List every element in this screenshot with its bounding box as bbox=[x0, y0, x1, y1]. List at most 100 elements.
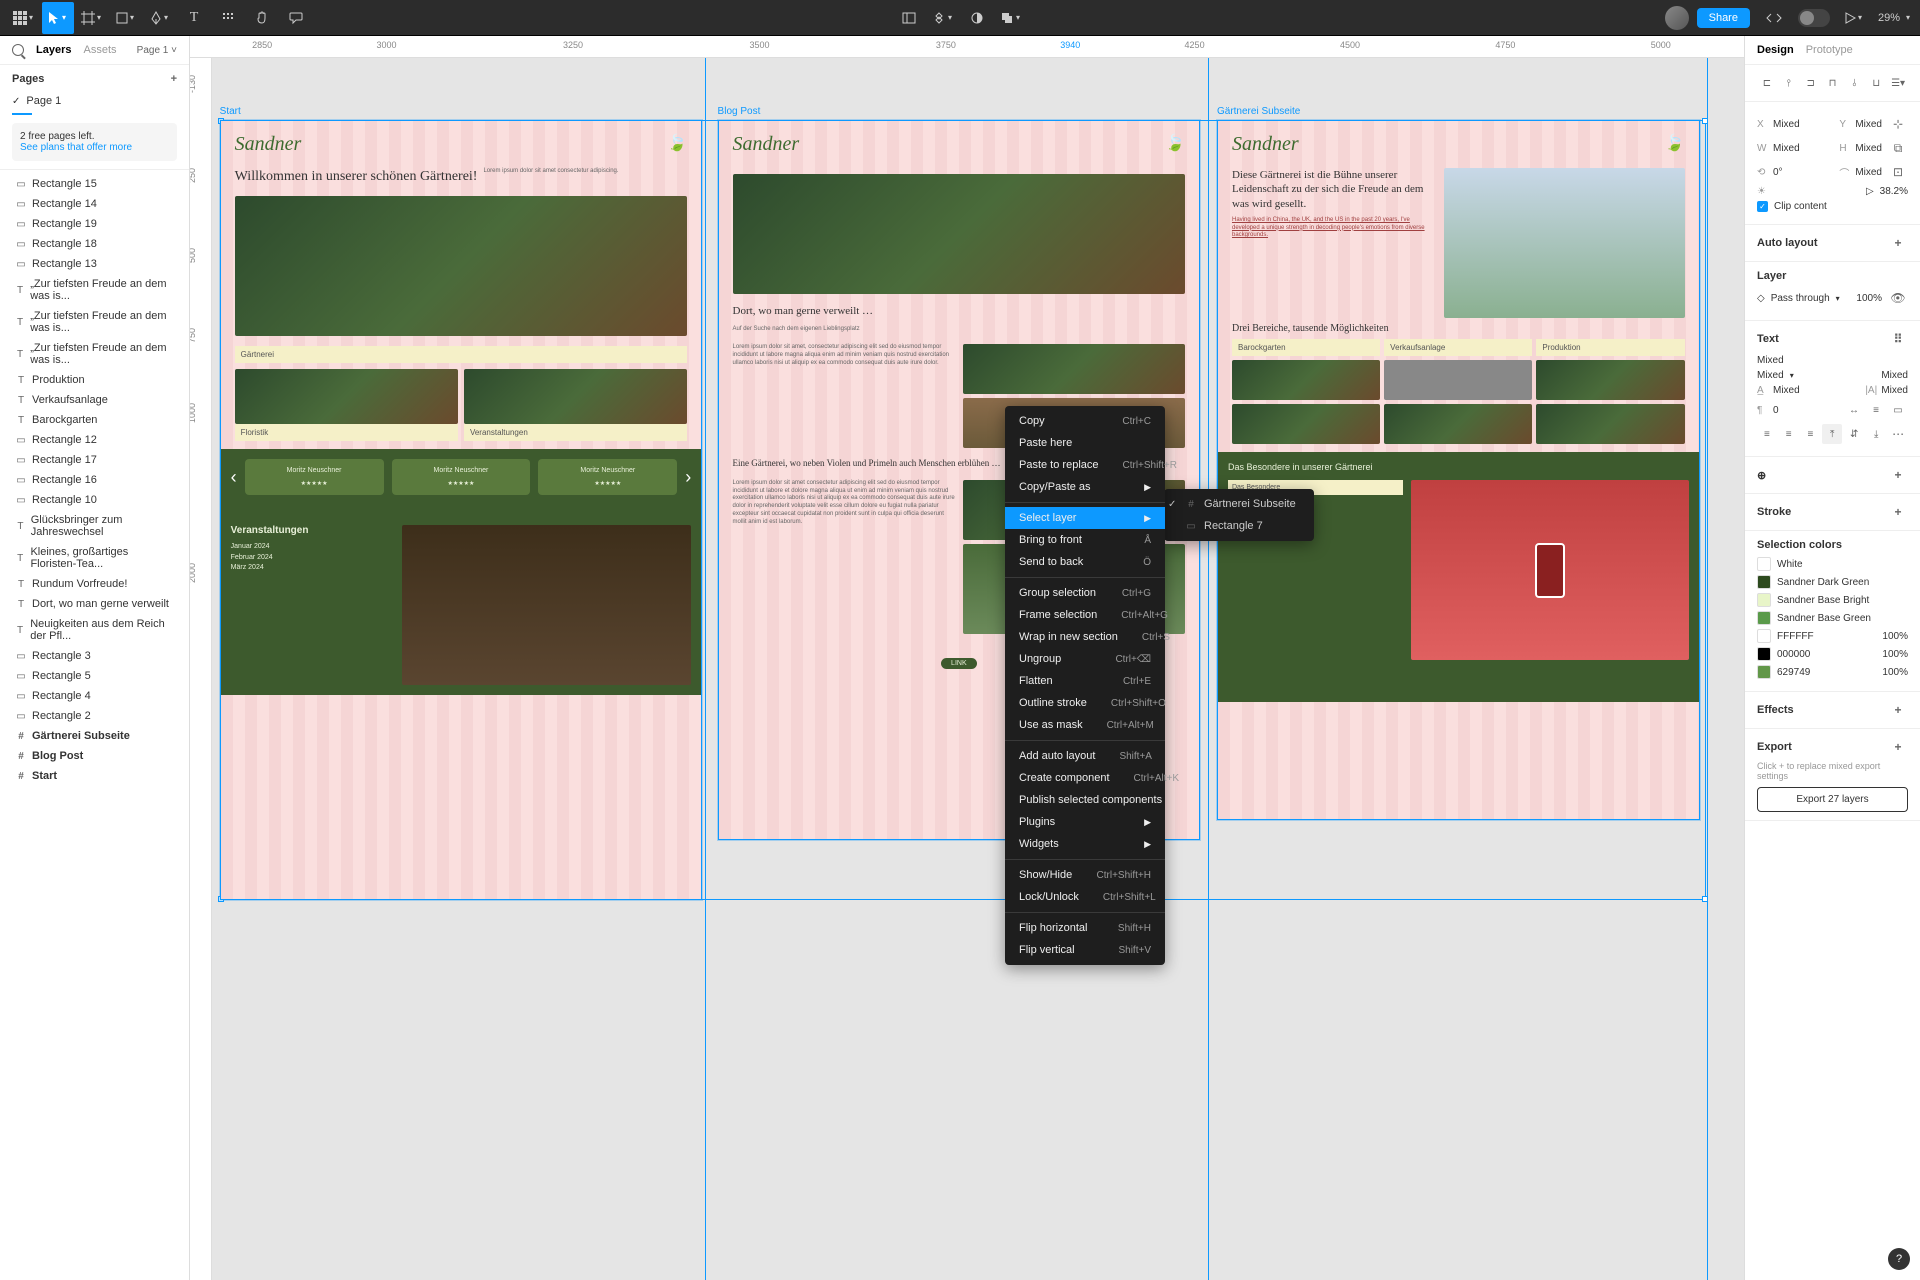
color-swatch[interactable] bbox=[1757, 629, 1771, 643]
color-row[interactable]: Sandner Base Bright bbox=[1757, 593, 1908, 607]
color-row[interactable]: Sandner Base Green bbox=[1757, 611, 1908, 625]
context-menu-item[interactable]: Send to backÖ bbox=[1005, 551, 1165, 573]
color-row[interactable]: Sandner Dark Green bbox=[1757, 575, 1908, 589]
letter-spacing[interactable]: Mixed bbox=[1881, 385, 1908, 396]
color-row[interactable]: FFFFFF100% bbox=[1757, 629, 1908, 643]
context-menu-item[interactable]: Use as maskCtrl+Alt+M bbox=[1005, 714, 1165, 736]
avatar[interactable] bbox=[1665, 6, 1689, 30]
color-swatch[interactable] bbox=[1757, 665, 1771, 679]
context-menu-item[interactable]: Select layer▶ bbox=[1005, 507, 1165, 529]
layer-item[interactable]: ▭Rectangle 15 bbox=[0, 174, 189, 194]
layer-item[interactable]: ▭Rectangle 10 bbox=[0, 490, 189, 510]
search-icon[interactable] bbox=[12, 44, 24, 56]
h-field[interactable]: Mixed bbox=[1855, 143, 1882, 154]
add-fill-button[interactable]: + bbox=[1888, 465, 1908, 485]
text-align-bottom-icon[interactable]: ⤓ bbox=[1866, 424, 1886, 444]
help-button[interactable]: ? bbox=[1888, 1248, 1910, 1270]
text-align-right-icon[interactable]: ≡ bbox=[1801, 424, 1821, 444]
layer-item[interactable]: ▭Rectangle 13 bbox=[0, 254, 189, 274]
boolean-icon[interactable]: ▾ bbox=[995, 2, 1027, 34]
layers-tab[interactable]: Layers bbox=[36, 44, 71, 56]
align-hcenter-icon[interactable]: ⫯ bbox=[1779, 73, 1799, 93]
context-menu-item[interactable]: Show/HideCtrl+Shift+H bbox=[1005, 864, 1165, 886]
line-height[interactable]: Mixed bbox=[1773, 385, 1800, 396]
context-menu-item[interactable]: Flip horizontalShift+H bbox=[1005, 917, 1165, 939]
layer-item[interactable]: T„Zur tiefsten Freude an dem was is... bbox=[0, 274, 189, 306]
text-align-center-icon[interactable]: ≡ bbox=[1779, 424, 1799, 444]
rotation-field[interactable]: 0° bbox=[1773, 167, 1783, 178]
layer-item[interactable]: T„Zur tiefsten Freude an dem was is... bbox=[0, 338, 189, 370]
color-swatch[interactable] bbox=[1757, 611, 1771, 625]
dev-panel-icon[interactable] bbox=[893, 2, 925, 34]
submenu-item[interactable]: #Gärtnerei Subseite bbox=[1164, 493, 1314, 515]
frame-label-start[interactable]: Start bbox=[220, 106, 241, 117]
pen-tool[interactable]: ▾ bbox=[144, 2, 176, 34]
upgrade-link[interactable]: See plans that offer more bbox=[20, 142, 169, 153]
context-menu-item[interactable]: CopyCtrl+C bbox=[1005, 410, 1165, 432]
present-button[interactable]: ▾ bbox=[1838, 2, 1870, 34]
paragraph-spacing[interactable]: 0 bbox=[1773, 405, 1779, 416]
page-selector[interactable]: Page 1 ˅ bbox=[137, 45, 177, 56]
prototype-tab[interactable]: Prototype bbox=[1806, 44, 1853, 56]
text-style-icon[interactable]: ⠿ bbox=[1888, 329, 1908, 349]
layer-item[interactable]: T„Zur tiefsten Freude an dem was is... bbox=[0, 306, 189, 338]
context-menu-item[interactable]: Publish selected components bbox=[1005, 789, 1165, 811]
visibility-icon[interactable]: 👁 bbox=[1888, 288, 1908, 308]
layer-item[interactable]: #Start bbox=[0, 766, 189, 786]
context-menu-item[interactable]: Create componentCtrl+Alt+K bbox=[1005, 767, 1165, 789]
align-bottom-icon[interactable]: ⊔ bbox=[1866, 73, 1886, 93]
layer-item[interactable]: TVerkaufsanlage bbox=[0, 390, 189, 410]
layer-item[interactable]: TKleines, großartiges Floristen-Tea... bbox=[0, 542, 189, 574]
x-field[interactable]: Mixed bbox=[1773, 119, 1800, 130]
clip-content-checkbox[interactable]: ✓ bbox=[1757, 201, 1768, 212]
shape-tool[interactable]: ▾ bbox=[110, 2, 142, 34]
assets-tab[interactable]: Assets bbox=[83, 44, 116, 56]
submenu-item[interactable]: ▭Rectangle 7 bbox=[1164, 515, 1314, 537]
blend-mode[interactable]: Pass through bbox=[1771, 293, 1830, 304]
radius-field[interactable]: Mixed bbox=[1855, 167, 1882, 178]
layer-item[interactable]: #Gärtnerei Subseite bbox=[0, 726, 189, 746]
component-icon[interactable]: ▾ bbox=[927, 2, 959, 34]
font-size[interactable]: Mixed bbox=[1881, 370, 1908, 381]
font-style[interactable]: Mixed bbox=[1757, 370, 1784, 381]
add-stroke-button[interactable]: + bbox=[1888, 502, 1908, 522]
layer-item[interactable]: ▭Rectangle 5 bbox=[0, 666, 189, 686]
page-item[interactable]: ✓Page 1 bbox=[12, 91, 177, 111]
layer-item[interactable]: TDort, wo man gerne verweilt bbox=[0, 594, 189, 614]
comment-tool[interactable] bbox=[280, 2, 312, 34]
layer-item[interactable]: #Blog Post bbox=[0, 746, 189, 766]
independent-corners-icon[interactable]: ⊡ bbox=[1888, 162, 1908, 182]
context-menu-item[interactable]: UngroupCtrl+⌫ bbox=[1005, 648, 1165, 670]
y-field[interactable]: Mixed bbox=[1855, 119, 1882, 130]
layer-item[interactable]: ▭Rectangle 12 bbox=[0, 430, 189, 450]
chevron-left-icon[interactable]: ‹ bbox=[231, 467, 237, 488]
layer-item[interactable]: TProduktion bbox=[0, 370, 189, 390]
auto-height-icon[interactable]: ≡ bbox=[1866, 400, 1886, 420]
context-menu-item[interactable]: Paste here bbox=[1005, 432, 1165, 454]
layer-item[interactable]: TNeuigkeiten aus dem Reich der Pfl... bbox=[0, 614, 189, 646]
mask-icon[interactable] bbox=[961, 2, 993, 34]
context-menu-item[interactable]: FlattenCtrl+E bbox=[1005, 670, 1165, 692]
align-vcenter-icon[interactable]: ⫰ bbox=[1844, 73, 1864, 93]
align-pos-icon[interactable]: ⊹ bbox=[1888, 114, 1908, 134]
frame-tool[interactable]: ▾ bbox=[76, 2, 108, 34]
layer-item[interactable]: TRundum Vorfreude! bbox=[0, 574, 189, 594]
text-more-icon[interactable]: ⋯ bbox=[1888, 424, 1908, 444]
w-field[interactable]: Mixed bbox=[1773, 143, 1800, 154]
text-align-middle-icon[interactable]: ⇵ bbox=[1844, 424, 1864, 444]
fixed-size-icon[interactable]: ▭ bbox=[1888, 400, 1908, 420]
color-swatch[interactable] bbox=[1757, 647, 1771, 661]
distribute-icon[interactable]: ☰▾ bbox=[1888, 73, 1908, 93]
context-menu-item[interactable]: Group selectionCtrl+G bbox=[1005, 582, 1165, 604]
add-export-button[interactable]: + bbox=[1888, 737, 1908, 757]
text-align-top-icon[interactable]: ⤒ bbox=[1822, 424, 1842, 444]
layer-item[interactable]: ▭Rectangle 18 bbox=[0, 234, 189, 254]
scale-field[interactable]: 38.2% bbox=[1880, 186, 1908, 197]
layer-item[interactable]: ▭Rectangle 16 bbox=[0, 470, 189, 490]
color-row[interactable]: 629749100% bbox=[1757, 665, 1908, 679]
layer-item[interactable]: ▭Rectangle 2 bbox=[0, 706, 189, 726]
layer-item[interactable]: ▭Rectangle 17 bbox=[0, 450, 189, 470]
layer-item[interactable]: ▭Rectangle 19 bbox=[0, 214, 189, 234]
layer-item[interactable]: ▭Rectangle 14 bbox=[0, 194, 189, 214]
add-page-button[interactable]: + bbox=[171, 73, 177, 85]
